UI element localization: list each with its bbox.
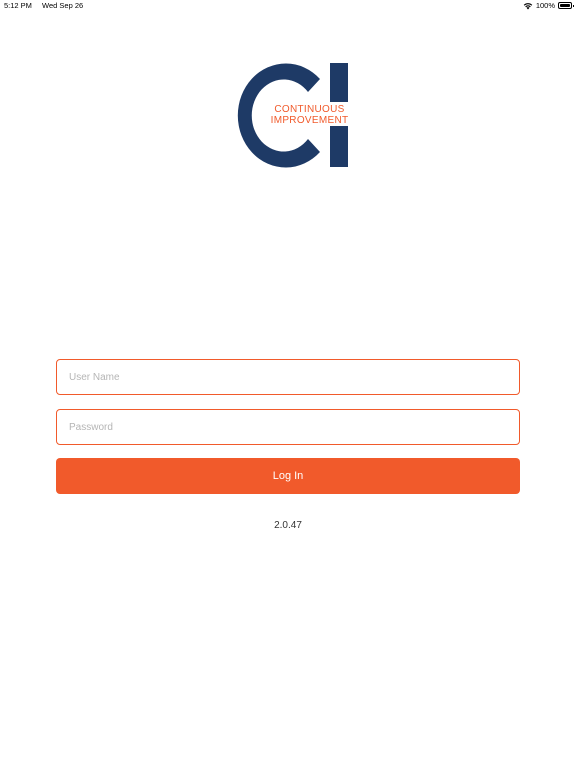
status-date: Wed Sep 26: [42, 1, 84, 10]
battery-icon: [558, 2, 574, 9]
logo-text-improvement: IMPROVEMENT: [270, 115, 349, 126]
username-field[interactable]: [56, 359, 520, 395]
status-right: 100%: [523, 1, 574, 10]
wifi-icon: [523, 2, 533, 9]
login-screen: 5:12 PM Wed Sep 26 100% CONTINUOUS IMPRO…: [0, 0, 576, 768]
status-time: 5:12 PM: [4, 1, 32, 10]
login-button[interactable]: Log In: [56, 458, 520, 494]
password-field[interactable]: [56, 409, 520, 445]
ci-logo: CONTINUOUS IMPROVEMENT: [226, 60, 352, 170]
battery-percentage: 100%: [535, 1, 555, 10]
version-label: 2.0.47: [274, 520, 302, 531]
status-bar: 5:12 PM Wed Sep 26 100%: [0, 0, 576, 12]
logo-text-continuous: CONTINUOUS: [274, 104, 345, 115]
status-left: 5:12 PM Wed Sep 26: [4, 1, 91, 10]
